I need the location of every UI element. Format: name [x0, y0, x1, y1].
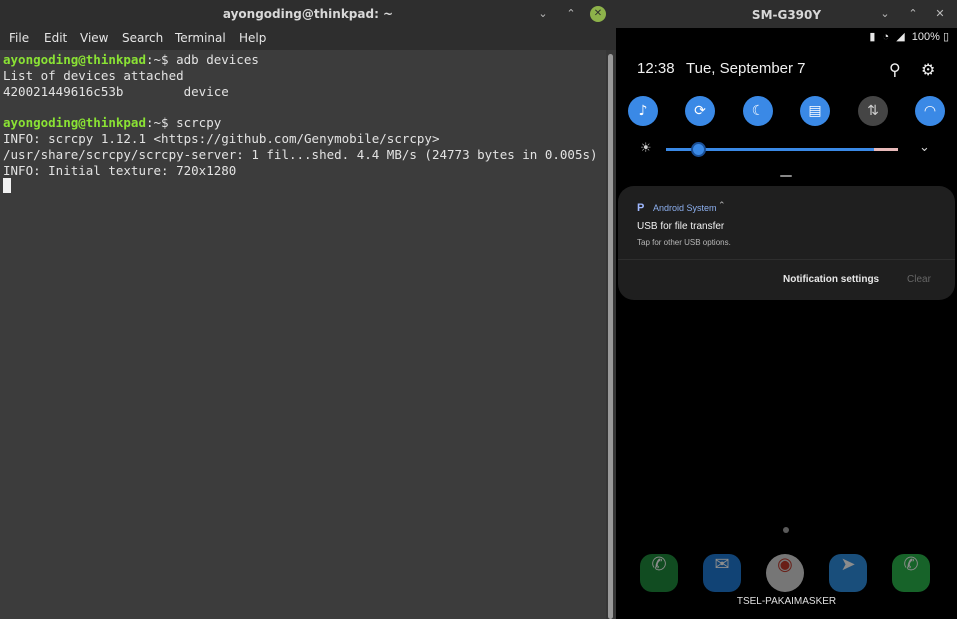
maximize-icon[interactable]: ⌃	[905, 6, 921, 22]
terminal-menubar: File Edit View Search Terminal Help	[0, 28, 616, 50]
divider	[618, 259, 955, 260]
whatsapp-icon[interactable]: ✆	[892, 554, 930, 592]
battery-icon: ▯	[942, 31, 949, 43]
maximize-icon[interactable]: ⌃	[563, 6, 579, 22]
command-text: :~$ scrcpy	[146, 115, 222, 130]
rotation-lock-icon[interactable]: ⟳	[685, 96, 715, 126]
notification-settings-button[interactable]: Notification settings	[783, 274, 879, 285]
terminal-line: INFO: Initial texture: 720x1280	[3, 163, 237, 178]
telegram-icon[interactable]: ➤	[829, 554, 867, 592]
close-icon[interactable]: ✕	[590, 6, 606, 22]
command-text: :~$ adb devices	[146, 52, 259, 67]
terminal-line: 420021449616c53b device	[3, 84, 229, 99]
wifi-icon[interactable]: ◠	[915, 96, 945, 126]
minimize-icon[interactable]: ⌄	[535, 6, 551, 22]
sound-icon[interactable]: ♪	[628, 96, 658, 126]
brightness-slider-end	[874, 148, 898, 151]
terminal-line: INFO: scrcpy 1.12.1 <https://github.com/…	[3, 131, 440, 146]
menu-terminal[interactable]: Terminal	[175, 31, 226, 45]
gear-icon[interactable]: ⚙	[921, 60, 935, 79]
minimize-icon[interactable]: ⌄	[877, 6, 893, 22]
notification-title: USB for file transfer	[637, 221, 725, 232]
terminal-titlebar[interactable]: ayongoding@thinkpad: ~ ⌄ ⌃ ✕	[0, 0, 616, 28]
terminal-title: ayongoding@thinkpad: ~	[222, 7, 394, 21]
phone-titlebar[interactable]: SM-G390Y ⌄ ⌃ ✕	[616, 0, 957, 28]
close-icon[interactable]: ✕	[932, 6, 948, 22]
shell-prompt: ayongoding@thinkpad	[3, 52, 146, 67]
menu-view[interactable]: View	[80, 31, 108, 45]
menu-help[interactable]: Help	[239, 31, 266, 45]
menu-file[interactable]: File	[9, 31, 29, 45]
phone-icon[interactable]: ✆	[640, 554, 678, 592]
notification-subtitle: Tap for other USB options.	[637, 238, 731, 247]
terminal-scrollbar[interactable]	[606, 50, 616, 619]
sim-icon: ▮	[869, 31, 876, 43]
drag-handle[interactable]	[780, 175, 792, 177]
chevron-down-icon[interactable]: ⌄	[919, 140, 930, 155]
night-mode-icon[interactable]: ☾	[743, 96, 773, 126]
notification-card[interactable]: P Android System ⌃ USB for file transfer…	[618, 186, 955, 300]
menu-edit[interactable]: Edit	[44, 31, 67, 45]
terminal-line: List of devices attached	[3, 68, 184, 83]
cell-signal-icon: ◢	[896, 31, 905, 43]
battery-level: 100%	[911, 31, 940, 43]
android-status-bar: ▮ ◔ ◢ 100% ▯	[616, 28, 957, 44]
terminal-line: ayongoding@thinkpad:~$ scrcpy	[3, 115, 221, 131]
terminal-line: ayongoding@thinkpad:~$ adb devices	[3, 52, 259, 68]
menu-search[interactable]: Search	[122, 31, 163, 45]
page-indicator	[783, 527, 789, 533]
chrome-icon[interactable]: ◉	[766, 554, 804, 592]
messages-icon[interactable]: ✉	[703, 554, 741, 592]
text-cursor	[3, 178, 11, 193]
clock: 12:38	[637, 60, 675, 77]
scrcpy-window: SM-G390Y ⌄ ⌃ ✕ ▮ ◔ ◢ 100% ▯ 12:38 Tue, S…	[616, 0, 957, 619]
portrait-icon[interactable]: ▤	[800, 96, 830, 126]
scrollbar-thumb[interactable]	[608, 54, 613, 619]
date[interactable]: Tue, September 7	[686, 60, 806, 77]
chevron-up-icon[interactable]: ⌃	[718, 201, 726, 211]
search-icon[interactable]: ⚲	[889, 60, 901, 79]
terminal-output[interactable]: ayongoding@thinkpad:~$ adb devices List …	[0, 50, 606, 619]
terminal-window: ayongoding@thinkpad: ~ ⌄ ⌃ ✕ File Edit V…	[0, 0, 616, 619]
wifi-signal-icon: ◔	[882, 31, 890, 43]
brightness-icon: ☀	[640, 141, 652, 156]
mobile-data-icon[interactable]: ⇅	[858, 96, 888, 126]
brightness-slider-knob[interactable]	[691, 142, 706, 157]
notification-app-name: Android System	[653, 203, 717, 213]
shell-prompt: ayongoding@thinkpad	[3, 115, 146, 130]
carrier-label: TSEL-PAKAIMASKER	[736, 596, 837, 607]
terminal-line: /usr/share/scrcpy/scrcpy-server: 1 fil..…	[3, 147, 598, 162]
app-icon: P	[637, 202, 645, 214]
clear-button[interactable]: Clear	[907, 274, 931, 285]
